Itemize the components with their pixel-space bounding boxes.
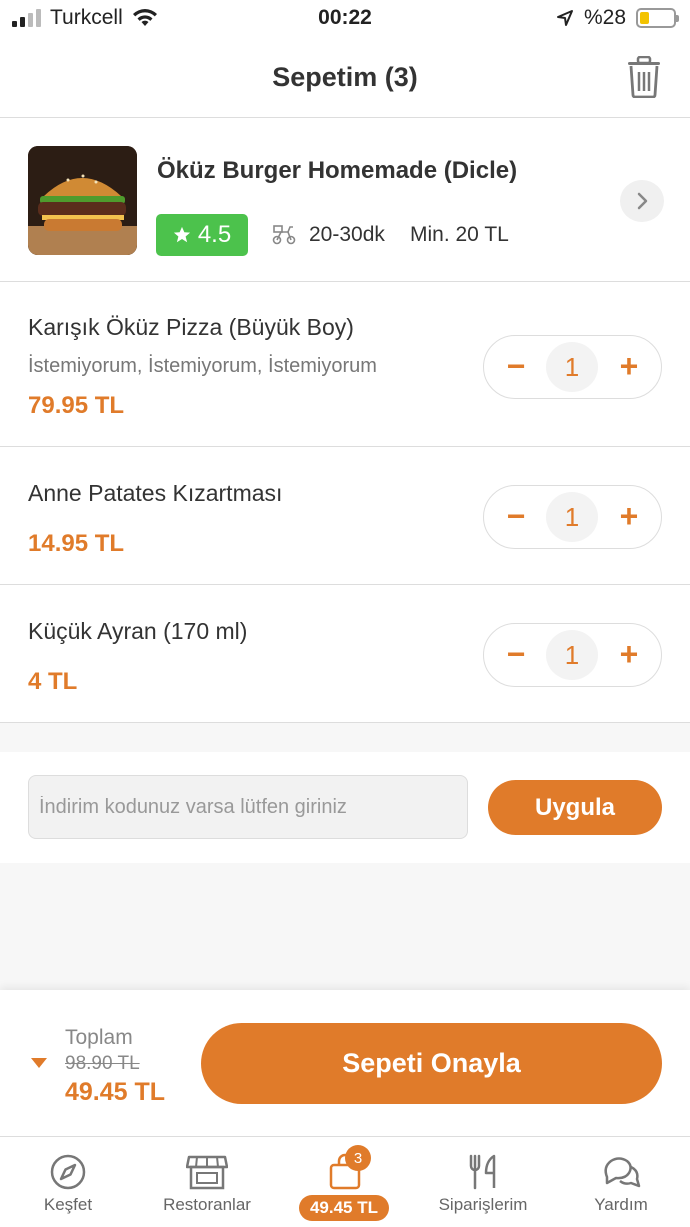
- restaurant-detail-button[interactable]: [620, 180, 664, 222]
- tab-label: Yardım: [594, 1195, 648, 1214]
- chevron-right-icon: [637, 192, 648, 210]
- cart-item: Küçük Ayran (170 ml) 4 TL − 1 +: [0, 586, 690, 723]
- battery-icon: [636, 8, 679, 28]
- increase-button[interactable]: +: [601, 624, 657, 685]
- courier-icon: [272, 225, 296, 245]
- increase-button[interactable]: +: [601, 336, 657, 397]
- item-name: Küçük Ayran (170 ml): [28, 618, 248, 644]
- quantity-stepper: − 1 +: [483, 485, 662, 549]
- coupon-section: Uygula: [0, 752, 690, 863]
- tab-bar: Keşfet Restoranlar 3 49.45 TL Siparişler…: [0, 1137, 690, 1227]
- tab-restaurants[interactable]: Restoranlar: [150, 1137, 264, 1227]
- restaurant-image: [28, 146, 137, 255]
- quantity-value: 1: [546, 492, 598, 542]
- location-arrow-icon: [556, 10, 573, 26]
- rating-badge: 4.5: [156, 214, 248, 256]
- cart-total-pill[interactable]: 49.45 TL: [299, 1195, 389, 1221]
- checkout-footer: Toplam 98.90 TL 49.45 TL Sepeti Onayla: [0, 990, 690, 1137]
- chat-bubbles-icon: [604, 1157, 641, 1188]
- apply-coupon-button[interactable]: Uygula: [488, 780, 662, 835]
- total-label: Toplam: [65, 1026, 133, 1049]
- quantity-value: 1: [546, 342, 598, 392]
- increase-button[interactable]: +: [601, 486, 657, 547]
- decrease-button[interactable]: −: [488, 336, 544, 397]
- decrease-button[interactable]: −: [488, 486, 544, 547]
- quantity-stepper: − 1 +: [483, 623, 662, 687]
- item-price: 4 TL: [28, 668, 78, 695]
- battery-percent: %28: [583, 6, 626, 29]
- page-title: Sepetim (3): [272, 62, 418, 92]
- wifi-icon: [132, 9, 157, 26]
- item-price: 14.95 TL: [28, 530, 125, 557]
- decrease-button[interactable]: −: [488, 624, 544, 685]
- signal-icon: [12, 9, 41, 27]
- cart-count-badge: 3: [345, 1145, 371, 1171]
- status-bar: Turkcell 00:22 %28: [0, 0, 690, 40]
- cart-item: Anne Patates Kızartması 14.95 TL − 1 +: [0, 448, 690, 585]
- tab-label: Restoranlar: [163, 1195, 251, 1214]
- status-left: Turkcell: [12, 6, 159, 30]
- carrier-name: Turkcell: [50, 6, 123, 29]
- tab-orders[interactable]: Siparişlerim: [428, 1137, 538, 1227]
- restaurant-card[interactable]: Öküz Burger Homemade (Dicle) 4.5 20-30dk…: [0, 119, 690, 282]
- cart-item: Karışık Öküz Pizza (Büyük Boy) İstemiyor…: [0, 283, 690, 447]
- fork-knife-icon: [469, 1154, 496, 1190]
- quantity-value: 1: [546, 630, 598, 680]
- item-options: İstemiyorum, İstemiyorum, İstemiyorum: [28, 355, 377, 377]
- rating-value: 4.5: [197, 221, 232, 248]
- star-icon: [173, 226, 190, 243]
- new-total: 49.45 TL: [65, 1078, 166, 1106]
- min-order: Min. 20 TL: [410, 223, 509, 246]
- tab-discover[interactable]: Keşfet: [12, 1137, 124, 1227]
- header: Sepetim (3): [0, 40, 690, 118]
- old-total: 98.90 TL: [65, 1053, 140, 1074]
- storefront-icon: [186, 1155, 228, 1190]
- trash-icon[interactable]: [626, 56, 662, 98]
- status-right: %28: [556, 6, 679, 30]
- compass-icon: [50, 1154, 86, 1190]
- tab-help[interactable]: Yardım: [566, 1137, 676, 1227]
- battery-level: [640, 12, 649, 24]
- tab-label: Siparişlerim: [438, 1195, 528, 1214]
- restaurant-name: Öküz Burger Homemade (Dicle): [157, 157, 518, 184]
- item-name: Anne Patates Kızartması: [28, 480, 283, 506]
- confirm-cart-button[interactable]: Sepeti Onayla: [201, 1023, 662, 1104]
- tab-label: Keşfet: [43, 1195, 93, 1214]
- delivery-time: 20-30dk: [309, 223, 385, 246]
- caret-down-icon[interactable]: [31, 1058, 47, 1068]
- item-price: 79.95 TL: [28, 392, 125, 419]
- coupon-input[interactable]: [28, 775, 468, 839]
- quantity-stepper: − 1 +: [483, 335, 662, 399]
- item-name: Karışık Öküz Pizza (Büyük Boy): [28, 314, 354, 340]
